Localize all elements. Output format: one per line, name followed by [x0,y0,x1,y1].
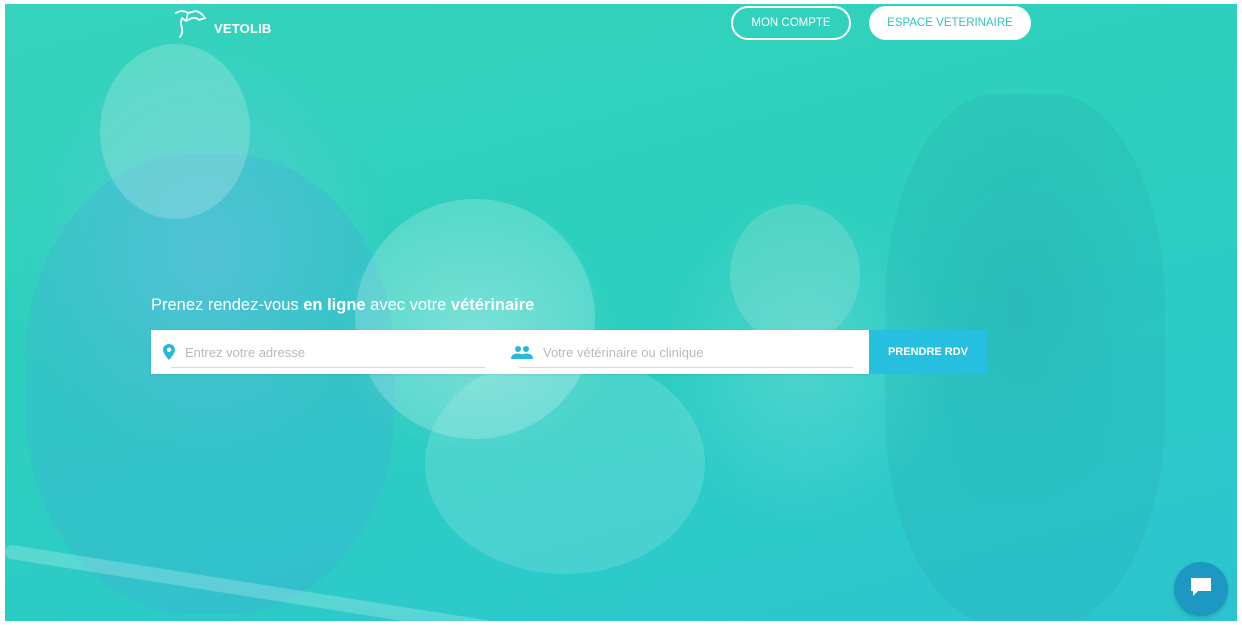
chat-icon [1189,576,1213,603]
vet-underline [519,367,853,368]
headline-bold-vet: vétérinaire [450,296,535,314]
chat-button[interactable] [1174,562,1228,616]
address-input[interactable] [185,344,485,360]
background-photo-dog [355,199,595,439]
background-photo-vet-head [100,44,250,219]
vet-space-button[interactable]: ESPACE VETERINAIRE [869,6,1031,40]
people-icon [511,345,533,359]
headline-part-2: avec votre [365,296,451,314]
background-photo-vet [25,154,395,614]
headline-bold-online: en ligne [303,296,366,314]
my-account-button[interactable]: MON COMPTE [731,6,851,40]
book-appointment-button[interactable]: PRENDRE RDV [869,330,987,374]
dog-outline-icon [172,8,208,38]
headline-part-1: Prenez rendez-vous [151,296,304,314]
vet-input[interactable] [543,344,843,360]
address-underline [171,367,485,368]
address-field[interactable] [163,330,493,374]
vet-field[interactable] [511,330,861,374]
background-photo-child [730,204,860,344]
logo-text: VETOLIB [214,20,272,36]
vetolib-logo[interactable]: VETOLIB [172,8,272,38]
hero-headline: Prenez rendez-vous en ligne avec votre v… [151,296,534,315]
location-pin-icon [163,344,175,360]
search-form [151,330,869,374]
